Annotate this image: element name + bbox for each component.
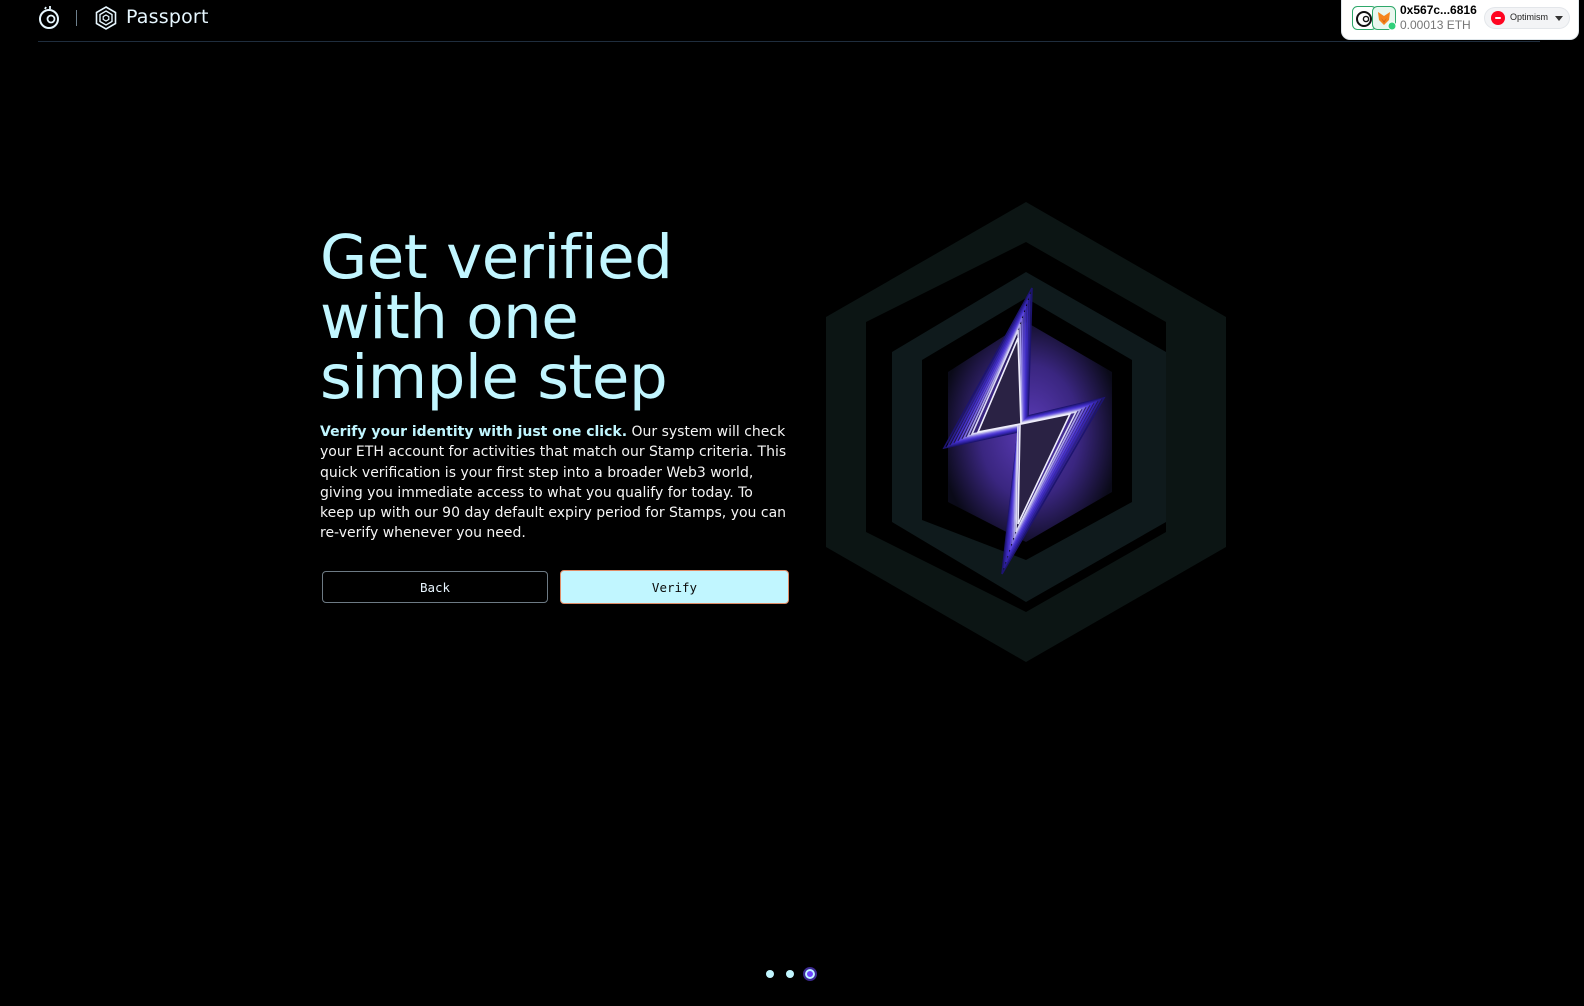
top-header: Passport 0x567c...6816 0.00013 ETH Optim… [38, 0, 1578, 42]
pagination-dot-2[interactable] [786, 970, 794, 978]
header-divider [76, 10, 77, 26]
optimism-icon [1491, 11, 1505, 25]
brand-name: Passport [126, 6, 209, 28]
wallet-widget[interactable]: 0x567c...6816 0.00013 ETH Optimism [1342, 0, 1578, 39]
network-label: Optimism [1510, 12, 1548, 22]
page-title: Get verified with one simple step [320, 227, 790, 408]
headline-line-3: simple step [320, 342, 668, 413]
network-selector[interactable]: Optimism [1485, 8, 1569, 28]
onboarding-pagination [764, 966, 824, 982]
description-body: Our system will check your ETH account f… [320, 424, 787, 542]
chevron-down-icon [1555, 16, 1563, 21]
verify-button[interactable]: Verify [560, 570, 789, 604]
wallet-balance: 0.00013 ETH [1400, 18, 1471, 32]
passport-logo-icon [95, 6, 117, 30]
gitcoin-logo-icon[interactable] [38, 6, 60, 30]
wallet-avatar[interactable] [1352, 6, 1396, 30]
wallet-address: 0x567c...6816 [1400, 3, 1477, 17]
description: Verify your identity with just one click… [320, 422, 788, 544]
description-lead: Verify your identity with just one click… [320, 424, 628, 440]
pagination-dot-1[interactable] [766, 970, 774, 978]
pagination-dot-active[interactable] [803, 967, 817, 981]
back-button[interactable]: Back [322, 571, 548, 603]
verification-hero-illustration [826, 202, 1226, 662]
